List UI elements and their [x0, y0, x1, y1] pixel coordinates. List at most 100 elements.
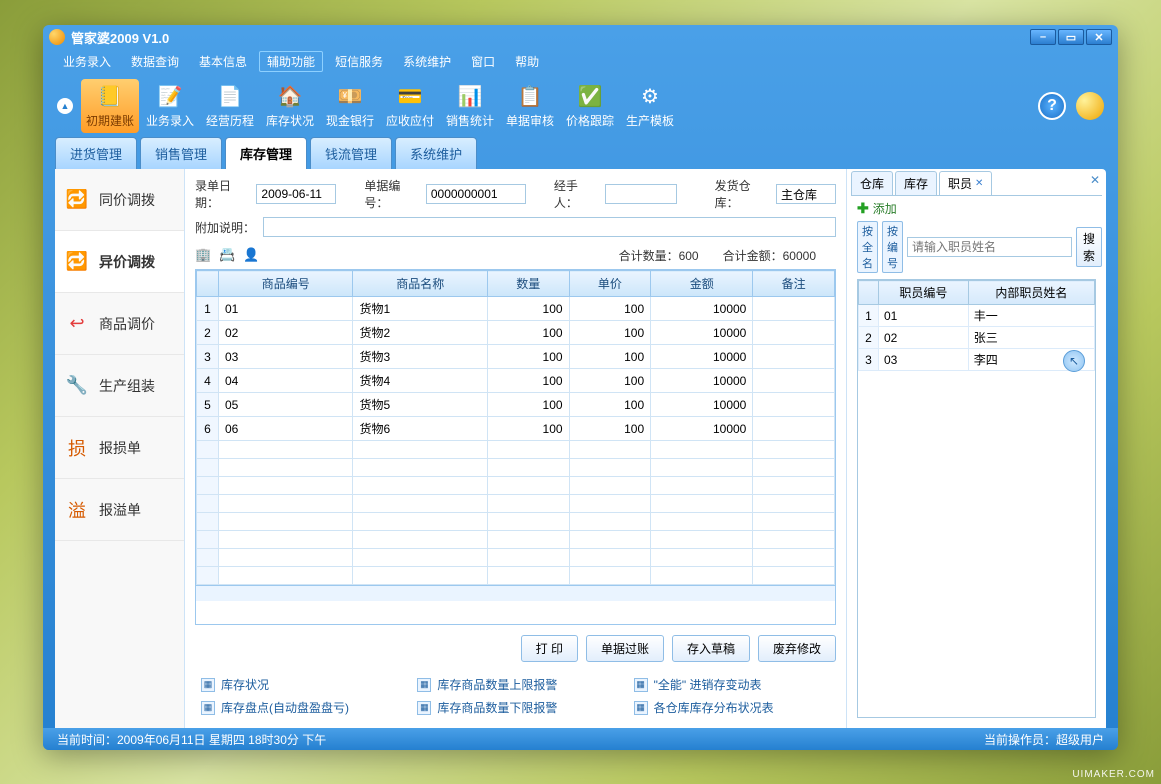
action-button[interactable]: 单据过账	[586, 635, 664, 662]
table-row[interactable]: 505货物5 10010010000	[197, 393, 835, 417]
main-tab[interactable]: 销售管理	[140, 137, 222, 169]
table-row[interactable]	[197, 477, 835, 495]
toolbar-button[interactable]: 🏠库存状况	[261, 79, 319, 133]
sidebar-item[interactable]: 🔁同价调拨	[55, 169, 184, 231]
toolbar-button[interactable]: 📊销售统计	[441, 79, 499, 133]
panel-close-icon[interactable]: ✕	[1088, 173, 1102, 187]
minimize-button[interactable]: –	[1030, 29, 1056, 45]
employee-search-input[interactable]	[907, 237, 1072, 257]
grid-tool-icon[interactable]: 📇	[219, 247, 235, 263]
maximize-button[interactable]: ▭	[1058, 29, 1084, 45]
table-row[interactable]: 202张三	[859, 327, 1095, 349]
filter-by-name[interactable]: 按全名	[857, 221, 878, 273]
status-bar: 当前时间：2009年06月11日 星期四 18时30分 下午 当前操作员：超级用…	[43, 728, 1118, 750]
sidebar-item[interactable]: 溢报溢单	[55, 479, 184, 541]
table-row[interactable]	[197, 459, 835, 477]
grid-tool-icon[interactable]: 👤	[243, 247, 259, 263]
filter-by-code[interactable]: 按编号	[882, 221, 903, 273]
sidebar-item[interactable]: ↩商品调价	[55, 293, 184, 355]
summary-qty: 合计数量：600	[619, 247, 699, 264]
table-row[interactable]: 303李四	[859, 349, 1095, 371]
close-button[interactable]: ✕	[1086, 29, 1112, 45]
table-row[interactable]: 101货物1 10010010000	[197, 297, 835, 321]
action-button[interactable]: 存入草稿	[672, 635, 750, 662]
link-icon: ▦	[417, 701, 431, 715]
link-icon: ▦	[634, 701, 648, 715]
toolbar-button[interactable]: 📋单据审核	[501, 79, 559, 133]
main-tab[interactable]: 系统维护	[395, 137, 477, 169]
docno-input[interactable]	[426, 184, 526, 204]
grid-header[interactable]: 备注	[753, 271, 835, 297]
table-row[interactable]: 606货物6 10010010000	[197, 417, 835, 441]
grid-header[interactable]: 商品名称	[353, 271, 487, 297]
menu-item[interactable]: 窗口	[463, 51, 503, 72]
main-tab[interactable]: 钱流管理	[310, 137, 392, 169]
extras-icon[interactable]	[1076, 92, 1104, 120]
grid-tool-icon[interactable]: 🏢	[195, 247, 211, 263]
right-panel-tab[interactable]: 职员✕	[939, 171, 992, 195]
sidebar-item[interactable]: 损报损单	[55, 417, 184, 479]
table-row[interactable]	[197, 513, 835, 531]
toolbar-collapse-icon[interactable]: ▲	[57, 98, 73, 114]
table-row[interactable]	[197, 549, 835, 567]
grid-header[interactable]: 职员编号	[879, 281, 969, 305]
toolbar-button[interactable]: ⚙生产模板	[621, 79, 679, 133]
tab-close-icon[interactable]: ✕	[975, 178, 983, 189]
warehouse-input[interactable]	[776, 184, 836, 204]
help-icon[interactable]: ?	[1038, 92, 1066, 120]
report-link[interactable]: ▦库存状况	[201, 676, 397, 693]
toolbar-button[interactable]: 💴现金银行	[321, 79, 379, 133]
grid-header[interactable]: 商品编号	[219, 271, 353, 297]
form-row-1: 录单日期： 单据编号： 经手人： 发货仓库：	[185, 169, 846, 215]
right-panel-tab[interactable]: 库存	[895, 171, 937, 195]
note-input[interactable]	[263, 217, 836, 237]
table-row[interactable]: 101丰一	[859, 305, 1095, 327]
handler-input[interactable]	[605, 184, 677, 204]
report-link[interactable]: ▦"全能" 进销存变动表	[634, 676, 830, 693]
report-link[interactable]: ▦库存商品数量上限报警	[417, 676, 613, 693]
report-link[interactable]: ▦各仓库库存分布状况表	[634, 699, 830, 716]
scroll-up-icon[interactable]: ↖	[1063, 350, 1085, 372]
menu-item[interactable]: 系统维护	[395, 51, 459, 72]
search-button[interactable]: 搜索	[1076, 227, 1102, 267]
menu-item[interactable]: 辅助功能	[259, 51, 323, 72]
action-button[interactable]: 打 印	[521, 635, 578, 662]
toolbar-button[interactable]: 📝业务录入	[141, 79, 199, 133]
table-row[interactable]: 303货物3 10010010000	[197, 345, 835, 369]
sidebar-item[interactable]: 🔧生产组装	[55, 355, 184, 417]
menu-item[interactable]: 业务录入	[55, 51, 119, 72]
table-row[interactable]	[197, 567, 835, 585]
toolbar-button[interactable]: 💳应收应付	[381, 79, 439, 133]
toolbar-button[interactable]: 📒初期建账	[81, 79, 139, 133]
grid-header[interactable]: 金额	[651, 271, 753, 297]
date-input[interactable]	[256, 184, 336, 204]
grid-header[interactable]: 内部职员姓名	[968, 281, 1094, 305]
toolbar-button[interactable]: ✅价格跟踪	[561, 79, 619, 133]
employee-grid[interactable]: 职员编号内部职员姓名101丰一202张三303李四 ↖	[857, 279, 1096, 718]
sidebar-item[interactable]: 🔁异价调拨	[55, 231, 184, 293]
grid-header[interactable]: 单价	[569, 271, 651, 297]
table-row[interactable]: 202货物2 10010010000	[197, 321, 835, 345]
report-link[interactable]: ▦库存商品数量下限报警	[417, 699, 613, 716]
main-grid[interactable]: 商品编号商品名称数量单价金额备注 101货物1 10010010000 202货…	[195, 269, 836, 625]
main-tab[interactable]: 进货管理	[55, 137, 137, 169]
right-panel-tab[interactable]: 仓库	[851, 171, 893, 195]
action-button[interactable]: 废弃修改	[758, 635, 836, 662]
table-row[interactable]	[197, 495, 835, 513]
grid-header[interactable]: 数量	[487, 271, 569, 297]
grid-header[interactable]	[197, 271, 219, 297]
table-row[interactable]	[197, 441, 835, 459]
add-button[interactable]: ✚ 添加	[851, 196, 1102, 221]
table-row[interactable]: 404货物4 10010010000	[197, 369, 835, 393]
menu-item[interactable]: 帮助	[507, 51, 547, 72]
grid-header[interactable]	[859, 281, 879, 305]
summary-amt: 合计金额：60000	[723, 247, 816, 264]
menu-item[interactable]: 基本信息	[191, 51, 255, 72]
toolbar-button[interactable]: 📄经营历程	[201, 79, 259, 133]
menu-item[interactable]: 短信服务	[327, 51, 391, 72]
table-row[interactable]	[197, 531, 835, 549]
grid-scrollbar[interactable]	[196, 585, 835, 601]
main-tab[interactable]: 库存管理	[225, 137, 307, 169]
report-link[interactable]: ▦库存盘点(自动盘盈盘亏)	[201, 699, 397, 716]
menu-item[interactable]: 数据查询	[123, 51, 187, 72]
